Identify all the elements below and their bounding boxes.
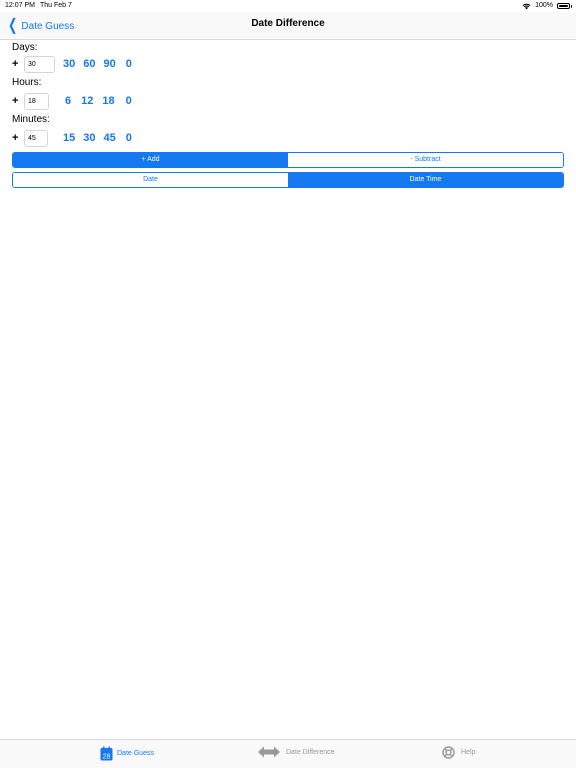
tab-date-guess-label: Date Guess [117, 750, 154, 757]
battery-fill [559, 5, 568, 7]
hours-row: + 18 6 12 18 0 [12, 92, 132, 110]
status-date: Thu Feb 7 [40, 2, 72, 9]
status-time: 12:07 PM [5, 2, 35, 9]
hours-label: Hours: [12, 77, 42, 88]
hours-quick-3[interactable]: 18 [102, 95, 114, 107]
hours-sign: + [12, 95, 19, 107]
days-input[interactable]: 30 [24, 55, 55, 73]
days-label: Days: [12, 42, 38, 53]
segment-date[interactable]: Date [13, 173, 288, 187]
status-bar: 12:07 PM Thu Feb 7 100% [0, 0, 576, 12]
nav-bar: ❮ Date Guess Date Difference [0, 12, 576, 40]
days-quick-3[interactable]: 90 [104, 58, 116, 70]
battery-percent: 100% [535, 2, 553, 9]
mode-segmented-control: Date Date Time [12, 172, 564, 188]
minutes-row: + 45 15 30 45 0 [12, 129, 132, 147]
tab-help[interactable]: Help [442, 746, 475, 759]
svg-text:28: 28 [103, 754, 111, 761]
hours-quick-4[interactable]: 0 [126, 95, 132, 107]
hours-quick-1[interactable]: 6 [65, 95, 71, 107]
tab-help-label: Help [461, 749, 476, 756]
minutes-input[interactable]: 45 [24, 129, 48, 147]
minutes-sign: + [12, 132, 19, 144]
operation-segmented-control: + Add - Subtract [12, 152, 564, 168]
page-title: Date Difference [251, 18, 325, 29]
days-quick-2[interactable]: 60 [83, 58, 95, 70]
lifebuoy-icon [442, 746, 455, 759]
status-right: 100% [522, 0, 572, 12]
days-quick-4[interactable]: 0 [126, 58, 132, 70]
tab-date-difference-label: Date Difference [286, 748, 335, 756]
minutes-quick-4[interactable]: 0 [126, 132, 132, 144]
minutes-quick-3[interactable]: 45 [104, 132, 116, 144]
segment-date-time[interactable]: Date Time [288, 173, 563, 187]
minutes-quick-1[interactable]: 15 [63, 132, 75, 144]
days-row: + 30 30 60 90 0 [12, 55, 132, 73]
days-quick-1[interactable]: 30 [63, 58, 75, 70]
calendar-icon: 28 [100, 746, 113, 761]
minutes-quick-2[interactable]: 30 [83, 132, 95, 144]
wifi-icon [522, 3, 531, 9]
hours-input[interactable]: 18 [24, 92, 49, 110]
segment-add[interactable]: + Add [13, 153, 288, 167]
double-arrow-icon [258, 746, 280, 758]
hours-quick-2[interactable]: 12 [81, 95, 93, 107]
battery-icon [557, 3, 572, 9]
tab-date-guess[interactable]: 28 Date Guess [100, 746, 154, 761]
minutes-label: Minutes: [12, 114, 50, 125]
tab-bar: 28 Date Guess Date Difference Help [0, 739, 576, 768]
days-sign: + [12, 58, 19, 70]
tab-date-difference[interactable]: Date Difference [258, 746, 335, 758]
segment-subtract[interactable]: - Subtract [288, 153, 563, 167]
